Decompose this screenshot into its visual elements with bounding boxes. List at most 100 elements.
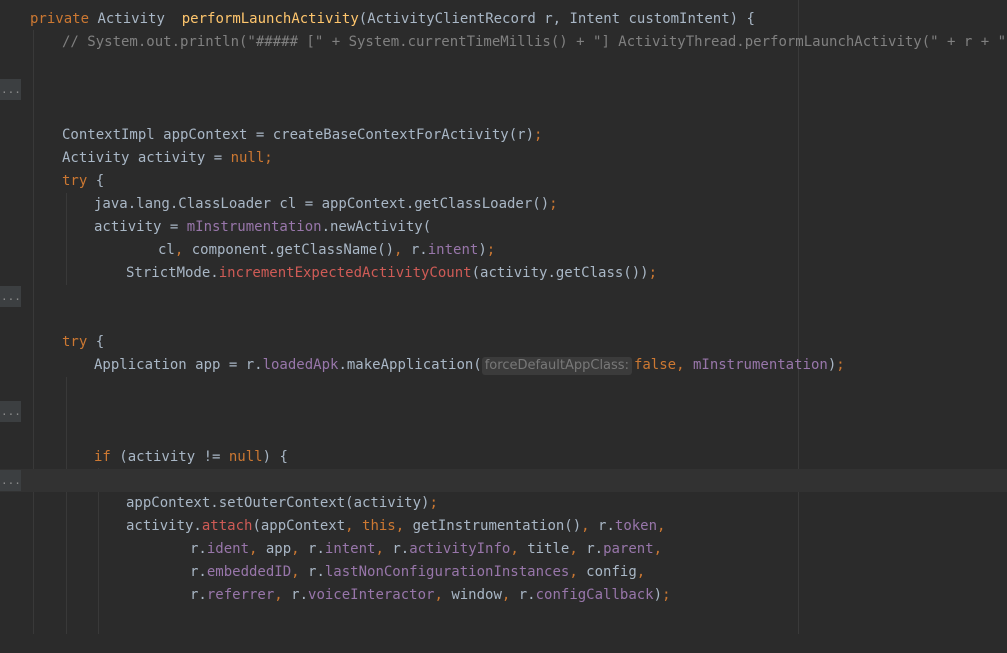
field: configCallback [535,587,654,603]
folded-region[interactable]: ... [0,285,1007,308]
statement: activity. [126,518,202,534]
fold-marker[interactable]: ... [0,401,21,422]
condition: (activity != [110,449,229,465]
code-line: try { [0,170,1007,193]
keyword: try [62,173,88,189]
field: lastNonConfigurationInstances [324,564,570,580]
comma: , [636,564,646,580]
arg: r. [190,541,207,557]
arg: r. [190,564,207,580]
statement: Activity activity = [62,150,231,166]
statement: java.lang.ClassLoader cl = appContext.ge… [94,196,550,212]
paren: ) [827,357,837,373]
comma: , [395,518,413,534]
method-call: .newActivity( [321,219,432,235]
code-line: try { [0,331,1007,354]
code-line: r.ident, app, r.intent, r.activityInfo, … [0,538,1007,561]
code-line: activity = mInstrumentation.newActivity( [0,216,1007,239]
comma: , [394,242,411,258]
semicolon: ; [648,265,658,281]
comma: , [676,357,693,373]
comma: , [434,587,452,603]
folded-region[interactable]: ... [0,469,1007,492]
comma: , [569,541,587,557]
code-line: // System.out.println("##### [" + System… [0,31,1007,54]
semicolon: ; [662,587,671,603]
code-line: r.referrer, r.voiceInteractor, window, r… [0,584,1007,607]
arg: r. [410,242,428,258]
arg: getInstrumentation() [412,518,582,534]
paren: ) [653,587,663,603]
comma: , [174,242,192,258]
code-editor[interactable]: private Activity performLaunchActivity(A… [0,0,1007,634]
statement: ContextImpl appContext = createBaseConte… [62,127,535,143]
fold-marker[interactable]: ... [0,79,21,100]
statement: Application app = r. [94,357,263,373]
fold-marker[interactable]: ... [0,470,21,491]
arg: r. [190,587,207,603]
arg: config [586,564,637,580]
unresolved-method: attach [201,518,253,534]
type-name: Activity [97,11,165,27]
keyword: this [362,518,396,534]
code-line: private Activity performLaunchActivity(A… [0,8,1007,31]
params: (ActivityClientRecord r, Intent customIn… [358,11,755,27]
semicolon: ; [836,357,845,373]
comma: , [569,564,587,580]
arg: component.getClassName() [191,242,395,258]
fold-marker[interactable]: ... [0,286,21,307]
code-line: if (activity != null) { [0,446,1007,469]
code-line: java.lang.ClassLoader cl = appContext.ge… [0,193,1007,216]
arg: (appContext [252,518,346,534]
keyword: try [62,334,88,350]
semicolon: ; [534,127,543,143]
field: mInstrumentation [186,219,322,235]
arg: r. [392,541,410,557]
field: intent [427,242,479,258]
folded-region[interactable]: ... [0,78,1007,101]
parameter-hint: forceDefaultAppClass: [481,357,632,375]
field: intent [324,541,376,557]
keyword: null [228,449,263,465]
field: mInstrumentation [692,357,828,373]
method-call: (activity.getClass()) [471,265,649,281]
code-line: r.embeddedID, r.lastNonConfigurationInst… [0,561,1007,584]
semicolon: ; [486,242,496,258]
field: embeddedID [206,564,292,580]
arg: r. [308,541,325,557]
field: parent [603,541,654,557]
comma: , [375,541,393,557]
arg: r. [291,587,309,603]
field: voiceInteractor [308,587,435,603]
code-line: cl, component.getClassName(), r.intent); [0,239,1007,262]
semicolon: ; [429,495,438,511]
keyword: false [633,357,677,373]
keyword: null [230,150,265,166]
comma: , [653,541,663,557]
comma: , [249,541,266,557]
arg: r. [586,541,604,557]
comma: , [501,587,519,603]
field: token [614,518,658,534]
arg: title [527,541,570,557]
field: ident [206,541,250,557]
arg: app [265,541,292,557]
brace: { [87,173,105,189]
arg: cl [158,242,175,258]
arg: r. [598,518,615,534]
unresolved-method: incrementExpectedActivityCount [218,265,472,281]
semicolon: ; [264,150,273,166]
method-call: .makeApplication( [338,357,482,373]
comma: , [581,518,599,534]
keyword: private [30,11,90,27]
folded-region[interactable]: ... [0,400,1007,423]
code-line: ContextImpl appContext = createBaseConte… [0,124,1007,147]
statement: activity = [94,219,187,235]
arg: r. [308,564,325,580]
code-line: Activity activity = null; [0,147,1007,170]
statement: StrictMode. [126,265,219,281]
brace: ) { [262,449,288,465]
comma: , [657,518,666,534]
field: activityInfo [409,541,511,557]
field: referrer [206,587,275,603]
